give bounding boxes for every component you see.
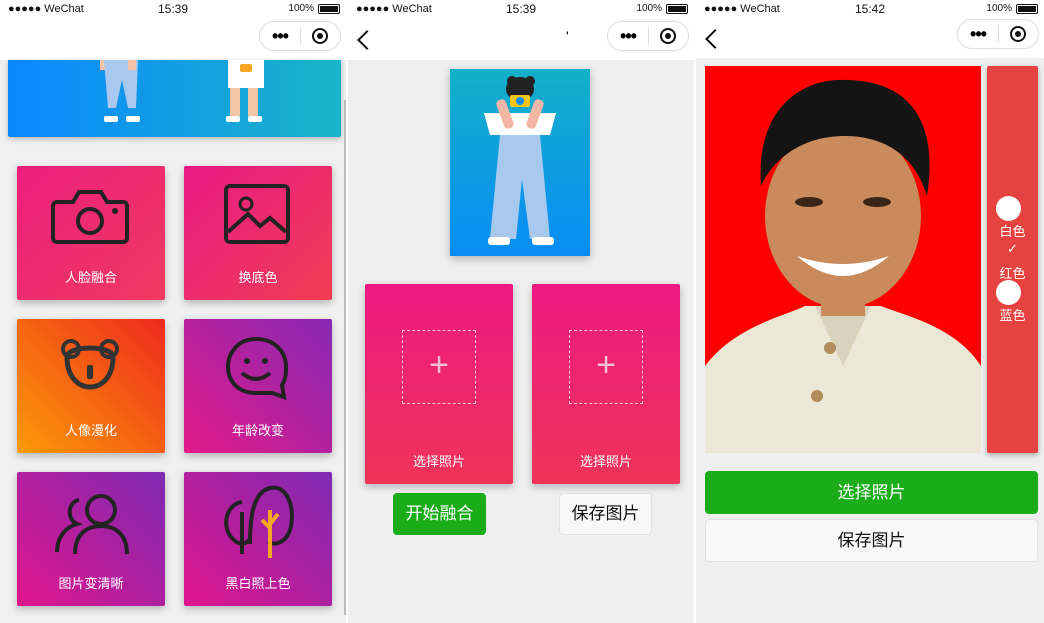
battery-status: 100%: [636, 3, 688, 14]
feature-label: 年龄改变: [231, 423, 284, 438]
battery-icon: [666, 3, 688, 14]
nav-title: ': [566, 28, 569, 44]
back-arrow-icon[interactable]: [357, 30, 377, 50]
status-bar: ●●●●● WeChat 15:39 100%: [348, 0, 694, 20]
feature-age-change[interactable]: 年龄改变: [184, 319, 332, 453]
image-icon: [224, 184, 290, 244]
camera-icon: [51, 190, 129, 244]
nav-bar: •••: [696, 14, 1044, 58]
smile-face-icon: [225, 336, 289, 400]
status-bar: ●●●●● WeChat 15:39 100%: [0, 0, 346, 20]
change-background-screen: ●●●●● WeChat 15:42 100% ••• 白色 ✓ 红色 蓝色 选…: [696, 0, 1044, 623]
battery-status: 100%: [986, 3, 1038, 14]
face-fusion-screen: ●●●●● WeChat 15:39 100% ' ••• + 选择照片 + 选…: [348, 0, 694, 623]
save-image-button[interactable]: 保存图片: [705, 519, 1038, 562]
feature-portrait-cartoon[interactable]: 人像漫化: [17, 319, 165, 453]
back-arrow-icon[interactable]: [705, 29, 725, 49]
more-menu-button[interactable]: •••: [260, 22, 300, 50]
nav-bar: •••: [0, 20, 346, 60]
color-label-red[interactable]: 红色: [987, 263, 1038, 282]
select-photo-button[interactable]: 选择照片: [705, 471, 1038, 514]
background-color-selector: 白色 ✓ 红色 蓝色: [987, 66, 1038, 453]
feature-label: 图片变清晰: [58, 576, 124, 591]
battery-percent: 100%: [636, 3, 662, 14]
battery-icon: [318, 3, 340, 14]
feature-colorize[interactable]: 黑白照上色: [184, 472, 332, 606]
scrollbar[interactable]: [344, 100, 346, 615]
feature-change-background[interactable]: 换底色: [184, 166, 332, 300]
battery-percent: 100%: [288, 3, 314, 14]
save-image-button[interactable]: 保存图片: [559, 493, 652, 535]
mini-program-capsule: •••: [957, 19, 1039, 49]
figure-left-icon: [100, 60, 140, 122]
tree-icon: [224, 485, 294, 558]
picker-label: 选择照片: [412, 454, 465, 469]
color-label-white: 白色: [999, 224, 1026, 239]
banner-illustration: [100, 60, 264, 122]
portrait-photo: [705, 66, 981, 453]
plus-icon: +: [429, 346, 449, 384]
color-swatch-blue[interactable]: [996, 280, 1021, 305]
fusion-template-preview[interactable]: [450, 69, 590, 256]
home-screen: ●●●●● WeChat 15:39 100% ••• 人脸融合 换底色 人像漫…: [0, 0, 346, 623]
mini-program-capsule: •••: [607, 21, 689, 51]
nav-bar: ' •••: [348, 20, 694, 60]
target-icon: [1010, 26, 1027, 42]
battery-status: 100%: [288, 3, 340, 14]
target-icon: [660, 28, 677, 44]
photo-picker-1[interactable]: + 选择照片: [365, 284, 513, 484]
battery-icon: [1016, 3, 1038, 14]
close-program-button[interactable]: [999, 26, 1038, 42]
battery-percent: 100%: [986, 3, 1012, 14]
close-program-button[interactable]: [649, 28, 688, 44]
photo-picker-2[interactable]: + 选择照片: [532, 284, 680, 484]
target-icon: [312, 28, 329, 44]
selected-check-icon: ✓: [1007, 241, 1018, 256]
feature-face-fusion[interactable]: 人脸融合: [17, 166, 165, 300]
plus-icon: +: [596, 346, 616, 384]
close-program-button[interactable]: [301, 28, 340, 44]
picker-label: 选择照片: [579, 454, 632, 469]
bear-icon: [61, 339, 119, 390]
feature-label: 人脸融合: [64, 270, 117, 285]
more-menu-button[interactable]: •••: [958, 20, 998, 48]
feature-label: 换底色: [238, 270, 278, 285]
more-menu-button[interactable]: •••: [608, 22, 648, 50]
home-banner[interactable]: [8, 60, 341, 137]
color-label-blue: 蓝色: [999, 308, 1026, 323]
users-icon: [55, 494, 129, 555]
feature-image-enhance[interactable]: 图片变清晰: [17, 472, 165, 606]
color-swatch-white[interactable]: [996, 196, 1021, 221]
figure-right-icon: [226, 60, 264, 122]
portrait-image: [705, 79, 981, 453]
start-fusion-button[interactable]: 开始融合: [393, 493, 486, 535]
mini-program-capsule: •••: [259, 21, 341, 51]
girl-camera-illustration: [484, 76, 556, 245]
feature-label: 人像漫化: [64, 423, 117, 438]
feature-label: 黑白照上色: [225, 576, 291, 591]
